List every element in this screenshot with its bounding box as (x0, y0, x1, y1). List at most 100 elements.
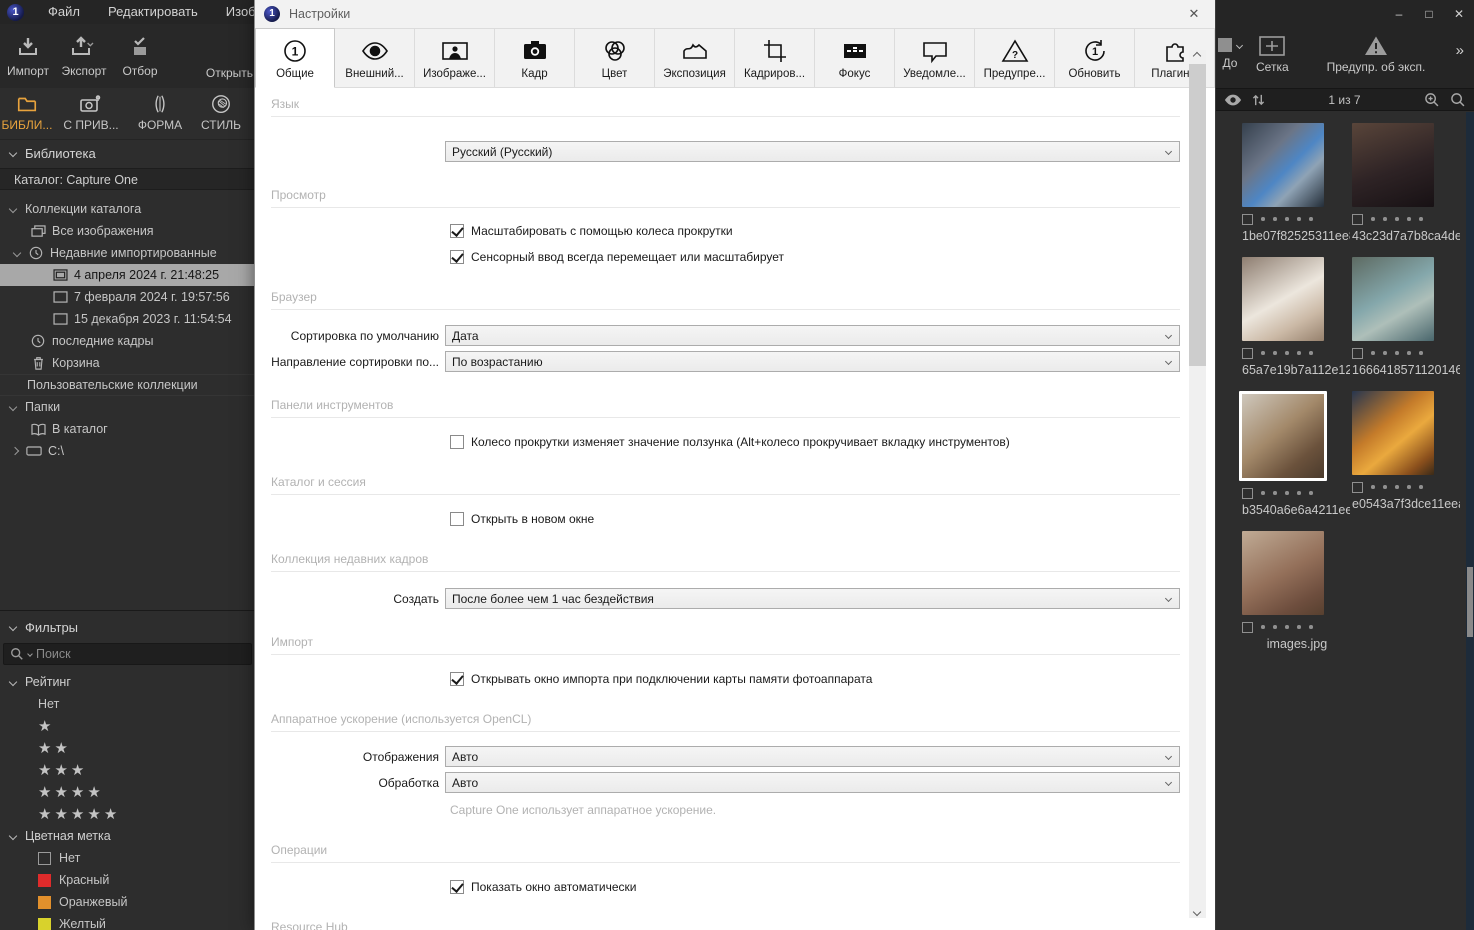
import-button[interactable]: Импорт (0, 24, 56, 78)
tab-tethered[interactable]: С ПРИВ... (54, 88, 128, 132)
tree-group-folders[interactable]: Папки (0, 396, 255, 418)
sort-default-dropdown[interactable]: Дата (445, 325, 1180, 346)
thumbnail-image[interactable] (1242, 123, 1324, 207)
select-checkbox[interactable] (1242, 621, 1253, 633)
thumbnails-scrollbar[interactable] (1466, 112, 1474, 930)
maximize-button[interactable]: □ (1414, 1, 1444, 27)
tab-focus[interactable]: Фокус (815, 28, 895, 88)
tree-group-recent-imports[interactable]: Недавние импортированные (0, 242, 255, 264)
rating-filter-header[interactable]: Рейтинг (0, 671, 255, 693)
tree-item-trash[interactable]: Корзина (0, 352, 255, 374)
select-checkbox[interactable] (1352, 213, 1363, 225)
select-checkbox[interactable] (1352, 347, 1363, 359)
thumbnail-image[interactable] (1352, 123, 1434, 207)
tree-item-date-3[interactable]: 15 декабря 2023 г. 11:54:54 (0, 308, 255, 330)
rating-5-stars[interactable]: ★★★★★ (0, 803, 255, 825)
check-import-on-card[interactable]: Открывать окно импорта при подключении к… (450, 672, 1180, 686)
dialog-scrollbar[interactable] (1189, 50, 1206, 918)
scroll-up-icon[interactable] (1192, 51, 1202, 61)
tab-general[interactable]: 1 Общие (255, 28, 335, 88)
zoom-thumbs-icon[interactable] (1424, 92, 1440, 107)
color-label-filter-header[interactable]: Цветная метка (0, 825, 255, 847)
select-checkbox[interactable] (1242, 487, 1253, 499)
thumbnail-image[interactable] (1242, 257, 1324, 341)
check-scroll-zoom[interactable]: Масштабировать с помощью колеса прокрутк… (450, 224, 1180, 238)
checkbox-checked-icon[interactable] (450, 250, 464, 264)
thumbnail-item-selected[interactable]: b3540a6e6a4211ee... (1239, 391, 1352, 517)
search-input[interactable] (36, 647, 245, 661)
dialog-title-bar[interactable]: Настройки ✕ (255, 0, 1215, 28)
select-checkbox[interactable] (1242, 213, 1253, 225)
color-label-red[interactable]: Красный (0, 869, 255, 891)
tab-exposure[interactable]: Экспозиция (655, 28, 735, 88)
checkbox-checked-icon[interactable] (450, 224, 464, 238)
search-thumbs-icon[interactable] (1450, 92, 1466, 107)
tab-update[interactable]: 1 Обновить (1055, 28, 1135, 88)
tab-style[interactable]: СТИЛЬ (192, 88, 250, 132)
exposure-warning-button[interactable]: Предупр. об эксп. (1316, 35, 1436, 74)
search-bar[interactable] (3, 643, 252, 665)
checkbox-checked-icon[interactable] (450, 672, 464, 686)
thumbnail-image[interactable] (1352, 391, 1434, 475)
tree-item-user-collections[interactable]: Пользовательские коллекции (0, 374, 255, 396)
rating-3-stars[interactable]: ★★★ (0, 759, 255, 781)
check-show-window-auto[interactable]: Показать окно автоматически (450, 880, 1180, 894)
checkbox-unchecked-icon[interactable] (450, 512, 464, 526)
tab-crop[interactable]: Кадриров... (735, 28, 815, 88)
export-button[interactable]: Экспорт (56, 24, 112, 78)
grid-button[interactable]: Сетка (1256, 36, 1289, 74)
tree-item-recent-captures[interactable]: последние кадры (0, 330, 255, 352)
toolbar-overflow-button[interactable]: » (1456, 42, 1464, 59)
tab-shape[interactable]: ФОРМА (128, 88, 192, 132)
thumbnail-item[interactable]: 65a7e19b7a112e12... (1242, 257, 1352, 377)
language-dropdown[interactable]: Русский (Русский) (445, 141, 1180, 162)
tab-image[interactable]: Изображе... (415, 28, 495, 88)
tab-color[interactable]: Цвет (575, 28, 655, 88)
checkbox-checked-icon[interactable] (450, 880, 464, 894)
filters-header[interactable]: Фильтры (0, 615, 255, 639)
scrollbar-thumb[interactable] (1467, 567, 1473, 637)
rating-2-stars[interactable]: ★★ (0, 737, 255, 759)
display-accel-dropdown[interactable]: Авто (445, 746, 1180, 767)
tab-notifications[interactable]: Уведомле... (895, 28, 975, 88)
thumbnail-item[interactable]: e0543a7f3dce11eea... (1352, 391, 1462, 517)
scroll-down-icon[interactable] (1192, 907, 1202, 917)
tree-item-in-catalog[interactable]: В каталог (0, 418, 255, 440)
thumbnail-image[interactable] (1239, 391, 1327, 481)
tree-item-date-1[interactable]: 4 апреля 2024 г. 21:48:25 (0, 264, 255, 286)
dialog-close-button[interactable]: ✕ (1181, 3, 1207, 25)
tab-appearance[interactable]: Внешний... (335, 28, 415, 88)
tree-item-drive-c[interactable]: C:\ (0, 440, 255, 462)
close-button[interactable]: ✕ (1444, 1, 1474, 27)
tree-group-catalog-collections[interactable]: Коллекции каталога (0, 198, 255, 220)
color-label-yellow[interactable]: Желтый (0, 913, 255, 930)
cull-button[interactable]: Отбор (112, 24, 168, 78)
tree-item-date-2[interactable]: 7 февраля 2024 г. 19:57:56 (0, 286, 255, 308)
rating-none[interactable]: Нет (0, 693, 255, 715)
rating-4-stars[interactable]: ★★★★ (0, 781, 255, 803)
sort-direction-dropdown[interactable]: По возрастанию (445, 351, 1180, 372)
open-button[interactable]: Открыть (206, 66, 253, 80)
thumbnail-image[interactable] (1352, 257, 1434, 341)
thumbnail-item[interactable]: 1666418571120146... (1352, 257, 1462, 377)
tab-warnings[interactable]: ? Предупре... (975, 28, 1055, 88)
menu-file[interactable]: Файл (34, 0, 94, 24)
sort-icon[interactable] (1252, 93, 1265, 107)
menu-image[interactable]: Изображени (212, 0, 255, 24)
check-scroll-slider[interactable]: Колесо прокрутки изменяет значение ползу… (450, 435, 1180, 449)
thumbnail-image[interactable] (1242, 531, 1324, 615)
thumbnail-item[interactable]: images.jpg (1242, 531, 1352, 651)
check-open-new-window[interactable]: Открыть в новом окне (450, 512, 1180, 526)
tab-library[interactable]: БИБЛИ... (0, 88, 54, 132)
select-checkbox[interactable] (1352, 481, 1363, 493)
before-after-button[interactable]: До (1218, 38, 1244, 70)
library-header[interactable]: Библиотека (0, 141, 255, 165)
menu-edit[interactable]: Редактировать (94, 0, 212, 24)
tree-item-all-images[interactable]: Все изображения (0, 220, 255, 242)
color-label-orange[interactable]: Оранжевый (0, 891, 255, 913)
tab-capture[interactable]: Кадр (495, 28, 575, 88)
create-collection-dropdown[interactable]: После более чем 1 час бездействия (445, 588, 1180, 609)
eye-icon[interactable] (1224, 94, 1242, 106)
color-label-none[interactable]: Нет (0, 847, 255, 869)
thumbnail-item[interactable]: 1be07f82525311ee8... (1242, 123, 1352, 243)
